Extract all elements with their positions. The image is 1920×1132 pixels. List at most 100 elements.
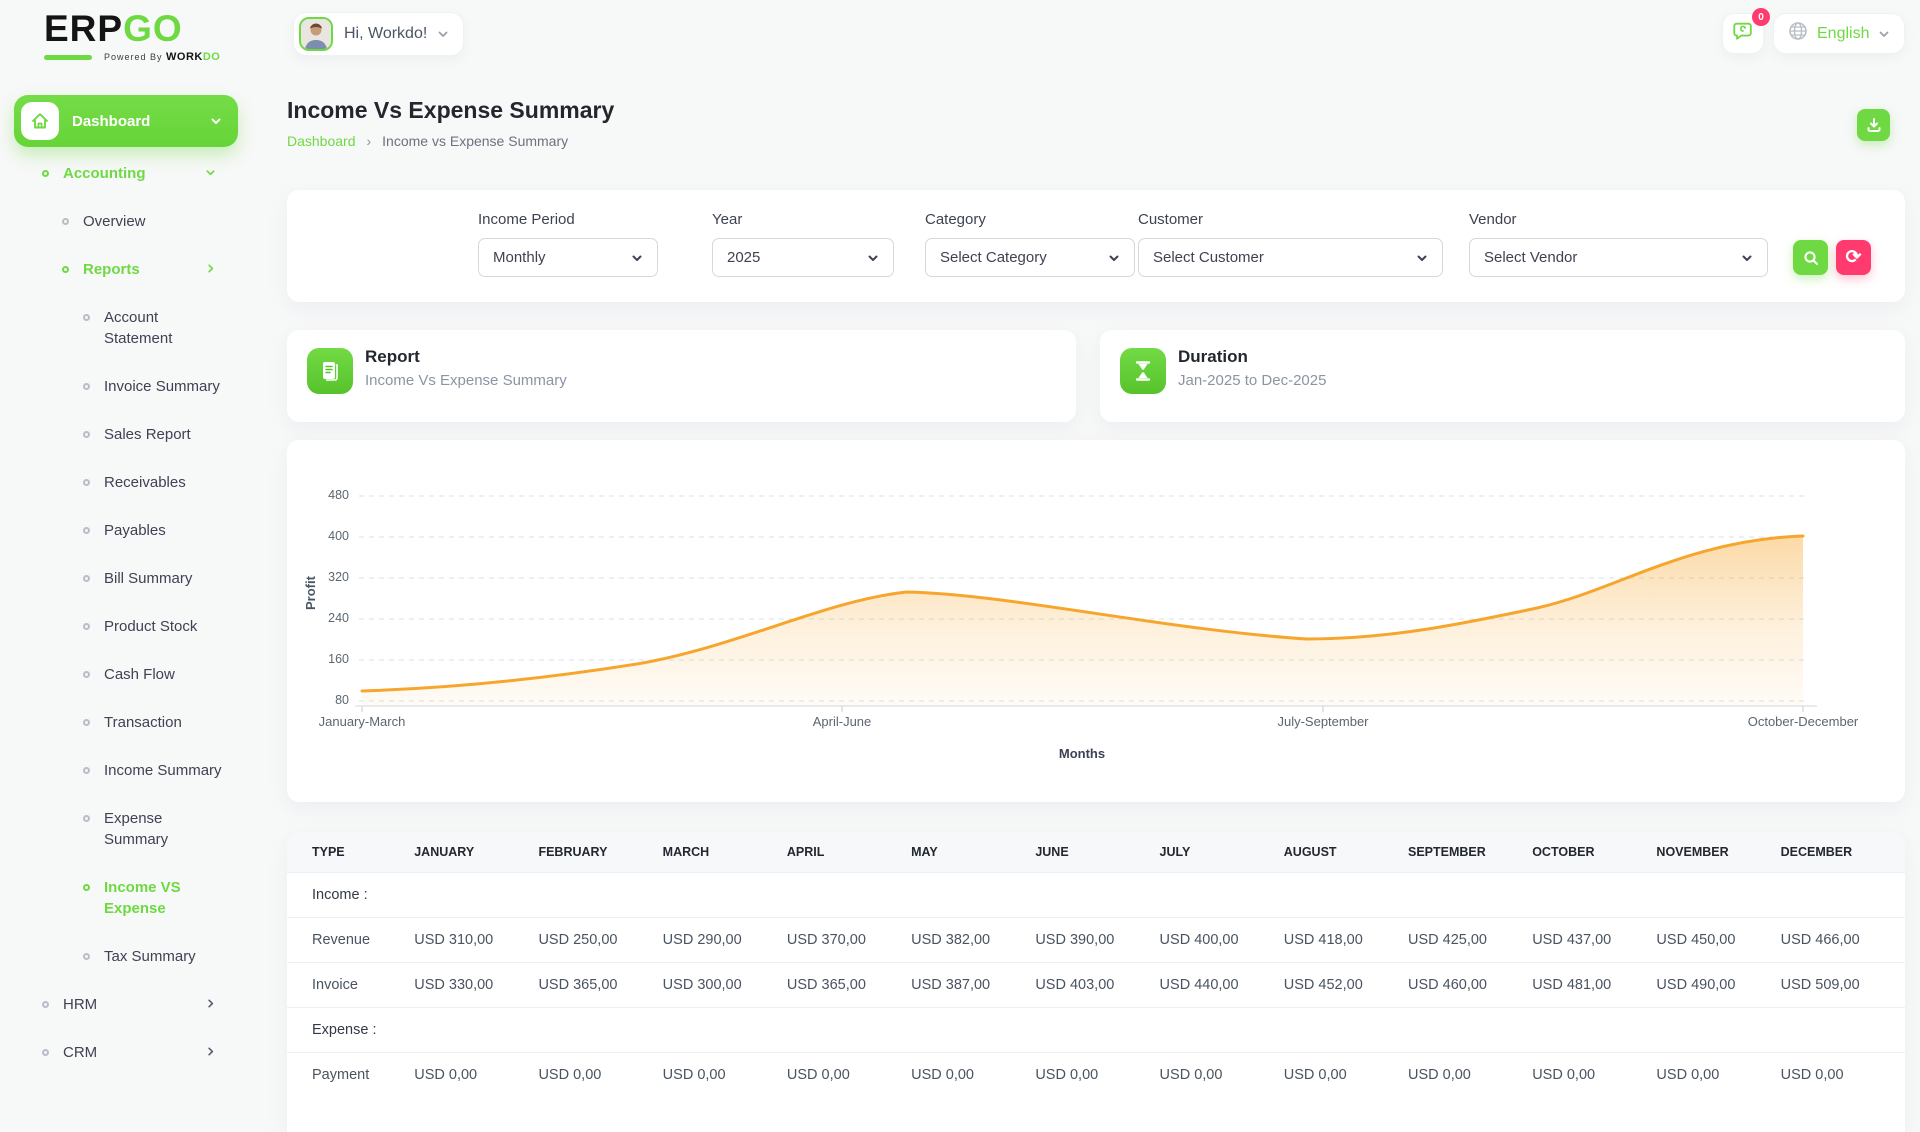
table-cell: USD 450,00 [1656, 917, 1780, 962]
bullet-icon [83, 623, 90, 630]
chevron-down-icon [867, 252, 879, 264]
table-cell: USD 0,00 [1408, 1052, 1532, 1097]
avatar [299, 17, 333, 51]
sidebar-item-crm[interactable]: CRM [0, 1042, 238, 1063]
bullet-icon [42, 1049, 49, 1056]
sidebar-item-label: Dashboard [72, 113, 210, 130]
customer-label: Customer [1138, 211, 1203, 228]
search-button[interactable] [1793, 240, 1828, 275]
table-cell [1532, 1007, 1656, 1052]
sidebar-item-income-summary[interactable]: Income Summary [0, 760, 238, 781]
table-cell [538, 872, 662, 917]
language-selector[interactable]: English [1773, 13, 1905, 54]
sidebar-item-label: Tax Summary [104, 946, 196, 967]
sidebar-item-label: Income Summary [104, 760, 222, 781]
logo-powered-by: Powered By WORKDO [104, 51, 220, 63]
table-cell: USD 0,00 [538, 1052, 662, 1097]
chevron-right-icon [205, 1046, 216, 1057]
row-type-cell: Expense : [287, 1007, 414, 1052]
chevron-down-icon [437, 28, 449, 40]
sidebar-item-receivables[interactable]: Receivables [0, 472, 238, 493]
reset-button[interactable]: ⟳ [1836, 240, 1871, 275]
sidebar-item-sales-report[interactable]: Sales Report [0, 424, 238, 445]
sidebar-item-label: Cash Flow [104, 664, 175, 685]
chevron-down-icon [1741, 252, 1753, 264]
table-cell [1035, 1007, 1159, 1052]
table-header-cell: MARCH [663, 832, 787, 872]
table-section-row: Income : [287, 872, 1905, 917]
sidebar-item-label: Payables [104, 520, 166, 541]
report-card-subtitle: Income Vs Expense Summary [365, 372, 567, 389]
customer-select[interactable]: Select Customer [1138, 238, 1443, 277]
income-period-label: Income Period [478, 211, 575, 228]
table-header-cell: SEPTEMBER [1408, 832, 1532, 872]
income-period-select[interactable]: Monthly [478, 238, 658, 277]
sidebar-item-transaction[interactable]: Transaction [0, 712, 238, 733]
table-cell [538, 1007, 662, 1052]
vendor-label: Vendor [1469, 211, 1517, 228]
year-select[interactable]: 2025 [712, 238, 894, 277]
download-icon [1866, 117, 1882, 133]
bullet-icon [83, 719, 90, 726]
table-cell [1656, 1007, 1780, 1052]
sidebar-item-cash-flow[interactable]: Cash Flow [0, 664, 238, 685]
table-cell [1781, 1007, 1905, 1052]
sidebar-item-dashboard[interactable]: Dashboard [14, 95, 238, 147]
table-cell: USD 403,00 [1035, 962, 1159, 1007]
download-button[interactable] [1857, 109, 1890, 141]
table-cell [787, 1007, 911, 1052]
bullet-icon [83, 383, 90, 390]
table-cell: USD 0,00 [911, 1052, 1035, 1097]
sidebar-item-label: Overview [83, 211, 146, 232]
bullet-icon [83, 314, 90, 321]
notifications-button[interactable]: 0 [1722, 13, 1764, 54]
sidebar-item-expense-summary[interactable]: Expense Summary [0, 808, 238, 850]
table-cell [1035, 872, 1159, 917]
table-header-cell: JUNE [1035, 832, 1159, 872]
bullet-icon [83, 671, 90, 678]
breadcrumb-dashboard-link[interactable]: Dashboard [287, 133, 356, 149]
table-cell [1284, 1007, 1408, 1052]
table-cell: USD 0,00 [1656, 1052, 1780, 1097]
sidebar-item-hrm[interactable]: HRM [0, 994, 238, 1015]
table-cell [1284, 872, 1408, 917]
table-cell: USD 390,00 [1035, 917, 1159, 962]
bullet-icon [62, 218, 69, 225]
table-cell [787, 872, 911, 917]
table-header-cell: NOVEMBER [1656, 832, 1780, 872]
sidebar-item-reports[interactable]: Reports [0, 259, 238, 280]
chevron-right-icon [205, 998, 216, 1009]
filters-panel: Income Period Monthly Year 2025 Category… [287, 190, 1905, 302]
table-cell: USD 400,00 [1160, 917, 1284, 962]
bullet-icon [83, 527, 90, 534]
sidebar-item-income-vs-expense[interactable]: Income VS Expense [0, 877, 238, 919]
user-menu[interactable]: Hi, Workdo! [293, 12, 464, 56]
vendor-select[interactable]: Select Vendor [1469, 238, 1768, 277]
bullet-icon [42, 1001, 49, 1008]
table-cell [1408, 1007, 1532, 1052]
table-cell [1160, 1007, 1284, 1052]
table-cell [663, 872, 787, 917]
sidebar-item-product-stock[interactable]: Product Stock [0, 616, 238, 637]
logo-text: ERPGO [44, 10, 220, 48]
chevron-right-icon [205, 263, 216, 274]
breadcrumb-current: Income vs Expense Summary [382, 133, 568, 149]
sidebar-item-tax-summary[interactable]: Tax Summary [0, 946, 238, 967]
table-cell: USD 382,00 [911, 917, 1035, 962]
table-cell: USD 370,00 [787, 917, 911, 962]
sidebar-item-account-statement[interactable]: Account Statement [0, 307, 238, 349]
sidebar-nav: Accounting Overview Reports Account Stateme… [0, 163, 238, 1090]
erpgo-logo[interactable]: ERPGO Powered By WORKDO [44, 10, 220, 63]
sidebar-item-invoice-summary[interactable]: Invoice Summary [0, 376, 238, 397]
bullet-icon [83, 884, 90, 891]
table-cell: USD 310,00 [414, 917, 538, 962]
sidebar-item-accounting[interactable]: Accounting [0, 163, 238, 184]
category-select[interactable]: Select Category [925, 238, 1135, 277]
table-cell [1160, 872, 1284, 917]
sidebar-item-overview[interactable]: Overview [0, 211, 238, 232]
language-label: English [1817, 25, 1869, 43]
sidebar-item-bill-summary[interactable]: Bill Summary [0, 568, 238, 589]
sidebar-item-payables[interactable]: Payables [0, 520, 238, 541]
x-tick-label: April-June [772, 714, 912, 729]
table-cell: USD 0,00 [1035, 1052, 1159, 1097]
